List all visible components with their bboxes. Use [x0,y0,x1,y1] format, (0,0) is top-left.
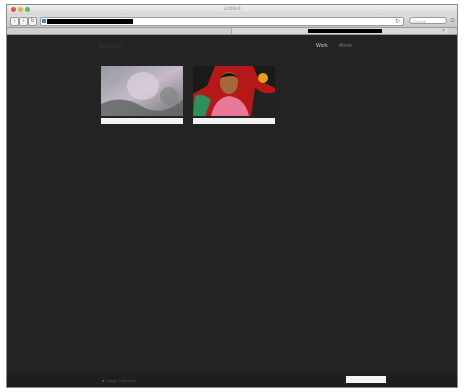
site-nav: Work About [316,43,362,49]
footer-credit-link[interactable]: ● Cargo Collective [102,378,136,383]
project-thumbnail[interactable] [193,66,275,125]
redacted-tab-title [308,29,382,33]
reload-icon[interactable]: ↻ [395,18,400,25]
footer-search-box[interactable] [346,376,386,383]
downloads-icon[interactable]: ⊙ [450,17,455,24]
redacted-url [47,19,133,24]
browser-window: Untitled ‹ › ↻ ↻ Google ⊙ × Portfolio Wo… [6,4,458,388]
tab-active[interactable]: × [231,28,448,34]
nav-about-link[interactable]: About [339,43,352,49]
project-image-portrait [193,66,275,116]
search-input[interactable]: Google [409,17,447,24]
reload-button[interactable]: ↻ [28,17,37,26]
page-footer: ● Cargo Collective [7,373,457,387]
cargo-logo-icon: ● [102,378,105,383]
nav-work-link[interactable]: Work [316,43,328,49]
window-title: Untitled [223,6,241,12]
favicon-icon [42,19,46,23]
site-logo[interactable]: Portfolio [99,44,121,50]
footer-credit-label: Cargo Collective [106,378,136,383]
forward-button[interactable]: › [19,17,28,26]
back-button[interactable]: ‹ [10,17,19,26]
project-image-pale-collage [101,66,183,116]
project-caption[interactable] [193,118,275,124]
tab-close-icon[interactable]: × [442,28,445,34]
browser-toolbar: ‹ › ↻ ↻ Google ⊙ [7,15,457,28]
tab-bar: × [7,28,457,35]
project-thumbnail[interactable] [101,66,183,125]
page-viewport: Portfolio Work About ● Cargo Collective [7,35,457,387]
title-bar: Untitled [7,5,457,15]
address-bar[interactable]: ↻ [40,17,404,26]
project-caption[interactable] [101,118,183,124]
